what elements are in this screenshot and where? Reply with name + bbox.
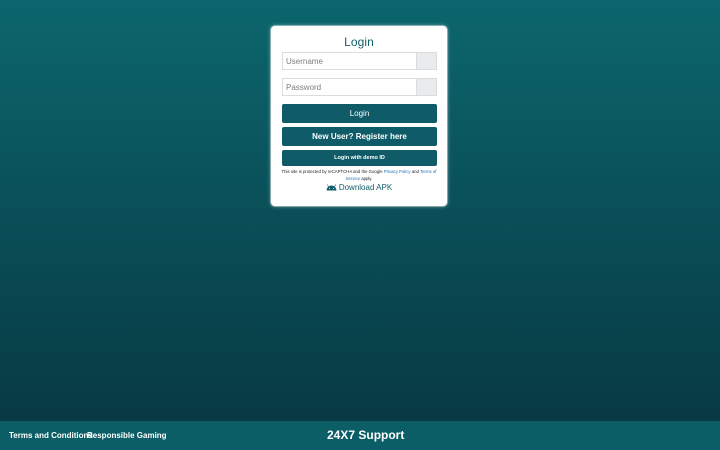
- recaptcha-prefix: This site is protected by reCAPTCHA and …: [281, 169, 383, 174]
- login-title: Login: [344, 35, 374, 49]
- download-apk-link[interactable]: Download APK: [271, 183, 447, 192]
- demo-login-button[interactable]: Login with demo ID: [282, 150, 437, 166]
- android-icon: [326, 184, 337, 191]
- recaptcha-suffix: apply.: [361, 176, 373, 181]
- username-input[interactable]: [283, 53, 416, 69]
- responsible-gaming-link[interactable]: Responsible Gaming: [87, 431, 167, 440]
- password-addon: [416, 79, 436, 95]
- recaptcha-and: and: [411, 169, 419, 174]
- password-input[interactable]: [283, 79, 416, 95]
- register-button[interactable]: New User? Register here: [282, 127, 437, 146]
- recaptcha-notice: This site is protected by reCAPTCHA and …: [279, 168, 439, 182]
- privacy-policy-link[interactable]: Privacy Policy: [384, 169, 411, 174]
- login-card: Login Login New User? Register here Logi…: [271, 26, 447, 206]
- login-button[interactable]: Login: [282, 104, 437, 123]
- username-field[interactable]: [282, 52, 437, 70]
- username-addon: [416, 53, 436, 69]
- download-apk-label: Download APK: [338, 183, 393, 192]
- footer: Terms and Conditions Responsible Gaming …: [0, 421, 720, 450]
- support-label[interactable]: 24X7 Support: [327, 428, 404, 442]
- terms-link[interactable]: Terms and Conditions: [9, 431, 93, 440]
- password-field[interactable]: [282, 78, 437, 96]
